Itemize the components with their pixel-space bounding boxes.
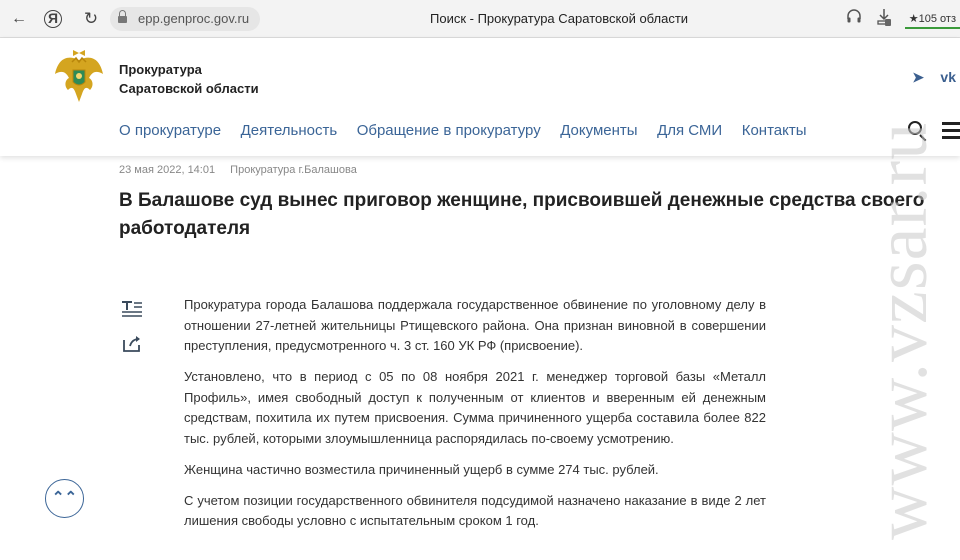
emblem-icon[interactable] xyxy=(52,48,106,108)
telegram-icon[interactable]: ➤ xyxy=(912,69,924,86)
rating-text: 105 отз xyxy=(918,12,956,25)
yandex-icon[interactable]: Я xyxy=(44,10,62,28)
site-rating-badge[interactable]: ★105 отз xyxy=(904,10,960,29)
brand-line-1: Прокуратура xyxy=(119,62,202,77)
article-tools xyxy=(121,300,143,368)
browser-toolbar: ← Я ↻ epp.genproc.gov.ru Поиск - Прокура… xyxy=(0,0,960,38)
text-size-icon[interactable] xyxy=(121,300,143,320)
nav-about[interactable]: О прокуратуре xyxy=(119,122,221,139)
nav-contacts[interactable]: Контакты xyxy=(742,122,807,139)
article-paragraph: Установлено, что в период с 05 по 08 ноя… xyxy=(184,369,766,446)
scroll-to-top-button[interactable]: ⌃⌃ xyxy=(45,479,84,518)
address-bar[interactable]: epp.genproc.gov.ru xyxy=(110,7,260,31)
nav-media[interactable]: Для СМИ xyxy=(657,122,722,139)
brand-line-2: Саратовской области xyxy=(119,81,259,96)
article-meta: 23 мая 2022, 14:01 Прокуратура г.Балашов… xyxy=(119,164,357,176)
site-header: Прокуратура Саратовской области ➤ vk О п… xyxy=(0,38,960,156)
article-title: В Балашове суд вынес приговор женщине, п… xyxy=(119,190,925,239)
share-icon[interactable] xyxy=(121,334,143,354)
back-arrow-icon[interactable]: ← xyxy=(8,8,30,30)
tab-title: Поиск - Прокуратура Саратовской области xyxy=(430,11,689,26)
vk-icon[interactable]: vk xyxy=(940,69,956,85)
double-chevron-up-icon: ⌃⌃ xyxy=(51,489,78,506)
nav-activity[interactable]: Деятельность xyxy=(241,122,338,139)
lock-icon xyxy=(118,10,127,24)
site-brand[interactable]: Прокуратура Саратовской области xyxy=(119,60,259,98)
article-paragraph: С учетом позиции государственного обвини… xyxy=(184,492,766,529)
browser-actions: ★105 отз xyxy=(835,8,960,30)
article-date: 23 мая 2022, 14:01 xyxy=(119,164,216,176)
download-icon[interactable] xyxy=(873,8,895,30)
article-body: Прокуратура города Балашова поддержала г… xyxy=(184,295,766,542)
nav-appeal[interactable]: Обращение в прокуратуру xyxy=(357,122,541,139)
star-icon: ★ xyxy=(908,12,919,25)
reload-icon[interactable]: ↻ xyxy=(80,8,102,30)
article-paragraph: Женщина частично возместила причиненный … xyxy=(184,461,659,477)
nav-documents[interactable]: Документы xyxy=(560,122,637,139)
main-navigation: О прокуратуре Деятельность Обращение в п… xyxy=(119,122,826,139)
headphones-icon[interactable] xyxy=(843,8,865,30)
article-paragraph: Прокуратура города Балашова поддержала г… xyxy=(184,297,766,353)
url-text: epp.genproc.gov.ru xyxy=(138,11,250,26)
watermark: www.vzsar.ru xyxy=(861,121,943,540)
article-source[interactable]: Прокуратура г.Балашова xyxy=(230,164,357,176)
